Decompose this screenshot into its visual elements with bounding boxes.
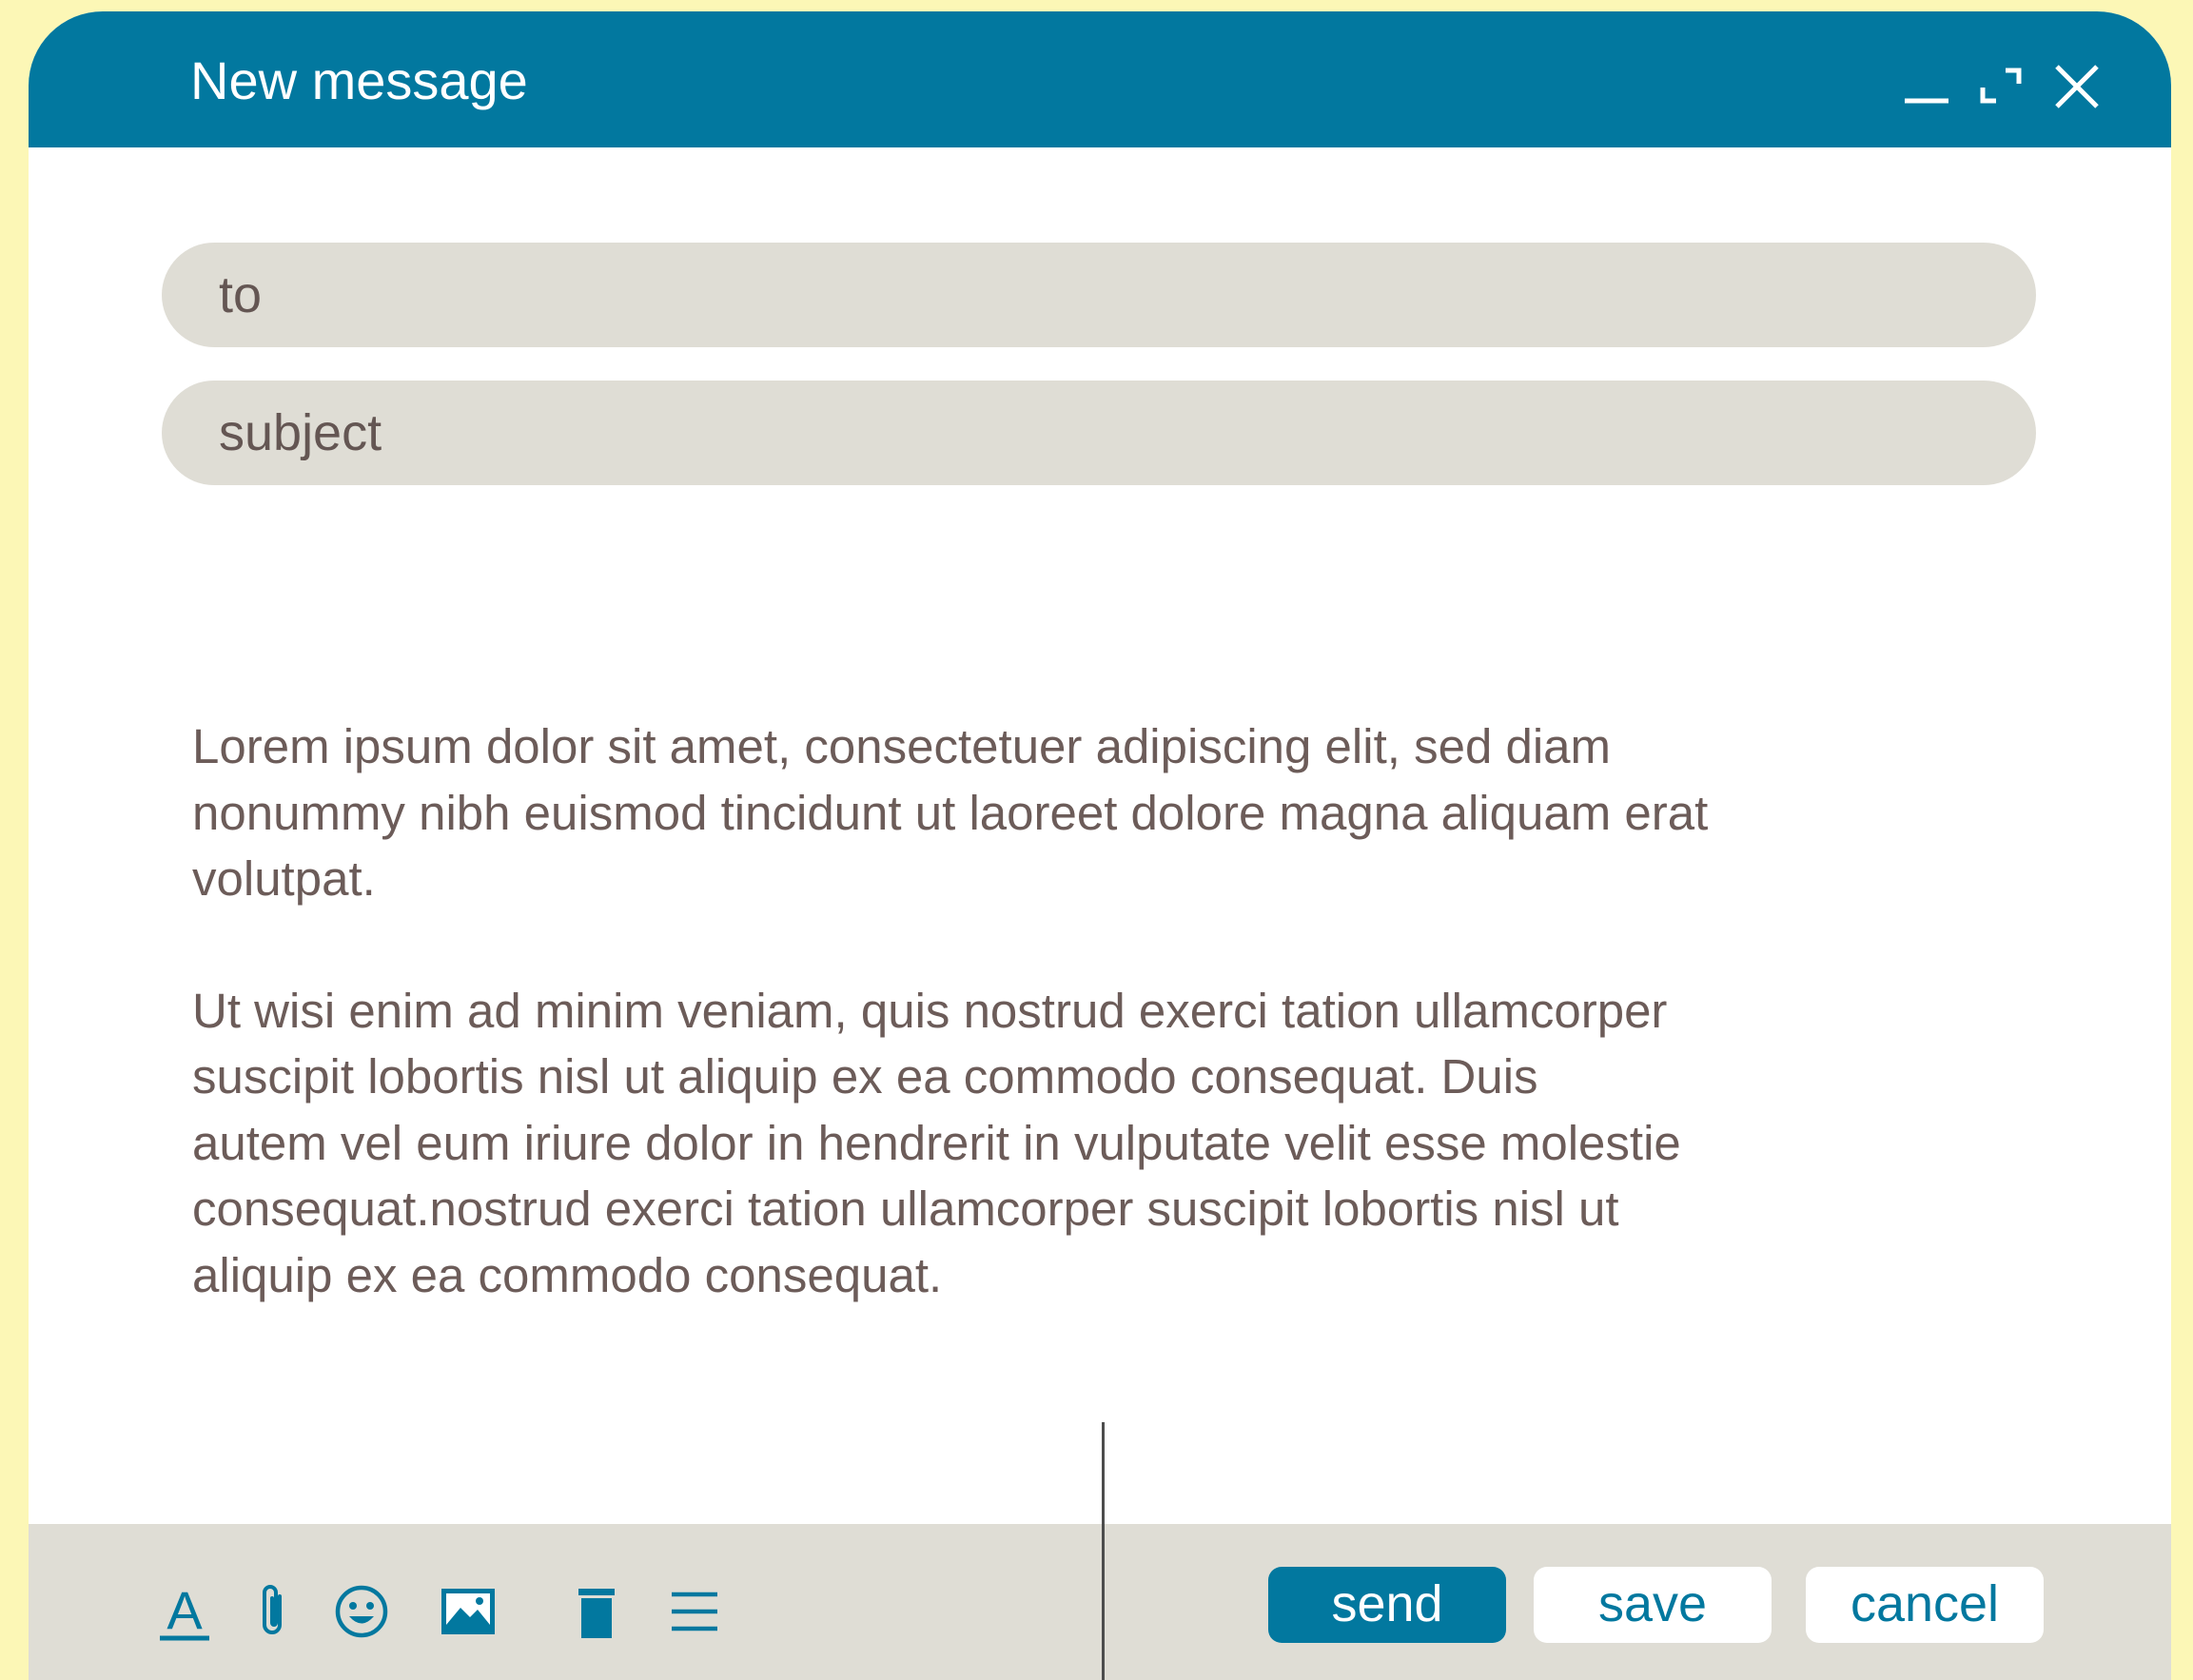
window-title: New message — [190, 50, 528, 110]
message-body[interactable]: Lorem ipsum dolor sit amet, consectetuer… — [192, 713, 2000, 1374]
subject-input[interactable] — [219, 381, 2007, 485]
compose-window: New message Lorem ipsum dolor sit amet, … — [29, 11, 2171, 1680]
text-cursor — [1102, 1422, 1105, 1680]
save-button[interactable]: save — [1534, 1567, 1772, 1643]
menu-icon[interactable] — [664, 1581, 725, 1642]
subject-field[interactable] — [162, 381, 2036, 485]
trash-icon[interactable] — [566, 1581, 627, 1642]
attachment-icon[interactable] — [244, 1581, 304, 1642]
to-field[interactable] — [162, 243, 2036, 347]
emoji-icon[interactable] — [331, 1581, 392, 1642]
title-bar: New message — [29, 11, 2171, 147]
body-paragraph-2: Ut wisi enim ad minim veniam, quis nostr… — [192, 983, 1681, 1302]
send-button[interactable]: send — [1268, 1567, 1506, 1643]
svg-text:A: A — [166, 1581, 203, 1640]
minimize-icon[interactable] — [1893, 53, 1960, 120]
close-icon[interactable] — [2044, 53, 2110, 120]
to-input[interactable] — [219, 243, 2007, 347]
text-format-icon[interactable]: A — [154, 1581, 215, 1642]
body-paragraph-1: Lorem ipsum dolor sit amet, consectetuer… — [192, 719, 1709, 906]
cancel-button[interactable]: cancel — [1806, 1567, 2044, 1643]
maximize-icon[interactable] — [1969, 53, 2036, 120]
image-icon[interactable] — [438, 1581, 499, 1642]
